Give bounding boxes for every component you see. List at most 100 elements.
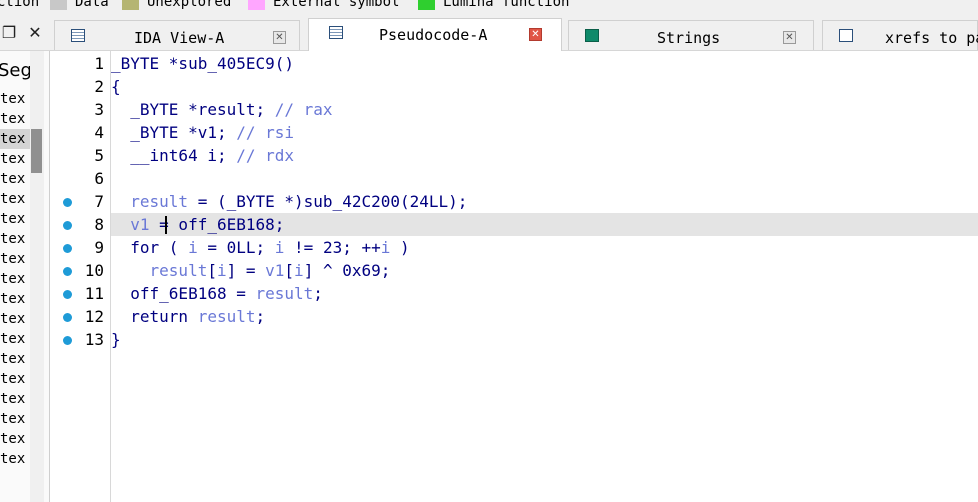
line-number-gutter: 1 2 3 4 5 6 7 8 9 10 11 12 13 (50, 51, 111, 502)
breakpoint-dot-icon[interactable] (63, 244, 72, 253)
code-line[interactable]: _BYTE *v1; // rsi (111, 121, 978, 144)
code-comment: // rdx (236, 146, 295, 165)
restore-window-icon[interactable]: ❐ (0, 24, 18, 42)
code-line[interactable]: result[i] = v1[i] ^ 0x69; (111, 259, 978, 282)
tab-strings[interactable]: Strings ✕ (568, 20, 814, 50)
segment-row[interactable]: tex (0, 389, 25, 409)
code-variable: i (274, 238, 285, 257)
code-line[interactable]: } (111, 328, 978, 351)
line-number: 5 (94, 146, 104, 165)
segments-header: Seg (0, 60, 32, 81)
gutter-line: 10 (50, 259, 110, 282)
code-text: for ( (111, 238, 189, 257)
segment-row[interactable]: tex (0, 349, 25, 369)
segment-row[interactable]: tex (0, 409, 25, 429)
code-variable: i (188, 238, 198, 257)
breakpoint-dot-icon[interactable] (63, 221, 72, 230)
code-line[interactable]: _BYTE *sub_405EC9() (111, 52, 978, 75)
breakpoint-dot-icon[interactable] (63, 336, 72, 345)
code-text: _BYTE *result; (111, 100, 275, 119)
segment-row[interactable]: tex (0, 449, 25, 469)
tab-xrefs[interactable]: xrefs to pa (822, 20, 978, 50)
pseudocode-editor[interactable]: 1 2 3 4 5 6 7 8 9 10 11 12 13 _BYTE *sub_405EC9(){ _… (50, 51, 978, 502)
code-line[interactable]: return result; (111, 305, 978, 328)
code-line[interactable]: result = (_BYTE *)sub_42C200(24LL); (111, 190, 978, 213)
gutter-line: 3 (50, 98, 110, 121)
segment-row[interactable]: tex (0, 129, 30, 149)
line-number: 12 (84, 307, 104, 326)
segment-row[interactable]: tex (0, 289, 25, 309)
tab-bar: ❐ ✕ IDA View-A ✕ Pseudocode-A ✕ Strings … (0, 14, 978, 51)
code-text: ; (313, 284, 323, 303)
gutter-line: 1 (50, 52, 110, 75)
gutter-line: 5 (50, 144, 110, 167)
legend-swatch-data (50, 0, 67, 10)
line-number: 9 (94, 238, 104, 257)
close-pane-icon[interactable]: ✕ (26, 24, 44, 42)
code-text: ; (255, 307, 266, 326)
code-text: off_6EB168 = (111, 284, 256, 303)
tab-ida-view-a[interactable]: IDA View-A ✕ (54, 20, 300, 50)
legend-label-function: ction (0, 0, 40, 10)
line-number: 10 (84, 261, 104, 280)
code-line[interactable]: _BYTE *result; // rax (111, 98, 978, 121)
code-variable: result (149, 261, 208, 280)
legend-swatch-lumina-function (418, 0, 435, 10)
segment-row[interactable]: tex (0, 369, 25, 389)
segments-pane: Seg tex tex tex tex tex tex tex tex tex tex tex tex… (0, 51, 50, 502)
legend-label-external-symbol: External symbol (273, 0, 400, 10)
code-line[interactable]: { (111, 75, 978, 98)
segment-row[interactable]: tex (0, 109, 25, 129)
gutter-line: 6 (50, 167, 110, 190)
tab-pseudocode-a[interactable]: Pseudocode-A ✕ (308, 18, 562, 51)
close-tab-icon[interactable]: ✕ (783, 31, 796, 44)
segment-row[interactable]: tex (0, 209, 25, 229)
gutter-line: 8 (50, 213, 110, 236)
left-pane-scrollbar[interactable] (30, 51, 44, 502)
line-number: 11 (84, 284, 104, 303)
code-text: [ (207, 261, 217, 280)
breakpoint-dot-icon[interactable] (63, 267, 72, 276)
scrollbar-thumb[interactable] (31, 129, 42, 173)
gutter-line: 11 (50, 282, 110, 305)
line-number: 1 (94, 54, 104, 73)
code-text: { (111, 77, 121, 96)
tab-label: IDA View-A (134, 29, 225, 47)
legend-label-unexplored: Unexplored (147, 0, 232, 10)
segment-row[interactable]: tex (0, 249, 25, 269)
breakpoint-dot-icon[interactable] (63, 290, 72, 299)
legend-swatch-unexplored (122, 0, 139, 10)
gutter-line: 2 (50, 75, 110, 98)
code-line[interactable]: __int64 i; // rdx (111, 144, 978, 167)
code-line[interactable]: v1 = off_6EB168; (111, 213, 978, 236)
code-variable: result (255, 284, 314, 303)
segment-row[interactable]: tex (0, 309, 25, 329)
segment-row[interactable]: tex (0, 429, 25, 449)
segment-row[interactable]: tex (0, 329, 25, 349)
close-tab-icon[interactable]: ✕ (273, 31, 286, 44)
segment-row[interactable]: tex (0, 169, 25, 189)
code-text: ) (390, 238, 410, 257)
segment-row[interactable]: tex (0, 149, 25, 169)
xrefs-icon (839, 29, 853, 42)
line-number: 2 (94, 77, 104, 96)
segment-row[interactable]: tex (0, 269, 25, 289)
segment-row[interactable]: tex (0, 189, 25, 209)
breakpoint-dot-icon[interactable] (63, 198, 72, 207)
code-line[interactable]: off_6EB168 = result; (111, 282, 978, 305)
code-line[interactable] (111, 167, 978, 190)
code-variable: v1 (130, 215, 150, 234)
breakpoint-dot-icon[interactable] (63, 313, 72, 322)
pseudocode-icon (329, 26, 343, 39)
code-line[interactable]: for ( i = 0LL; i != 23; ++i ) (111, 236, 978, 259)
code-text: = 0LL; (197, 238, 275, 257)
ida-view-icon (71, 29, 85, 42)
gutter-line: 7 (50, 190, 110, 213)
segment-row[interactable]: tex (0, 89, 25, 109)
close-tab-icon[interactable]: ✕ (529, 28, 542, 41)
code-text: } (111, 330, 121, 349)
code-text: = off_6EB168; (149, 215, 285, 234)
color-legend: ction Data Unexplored External symbol Lu… (0, 0, 978, 14)
segment-row[interactable]: tex (0, 229, 25, 249)
